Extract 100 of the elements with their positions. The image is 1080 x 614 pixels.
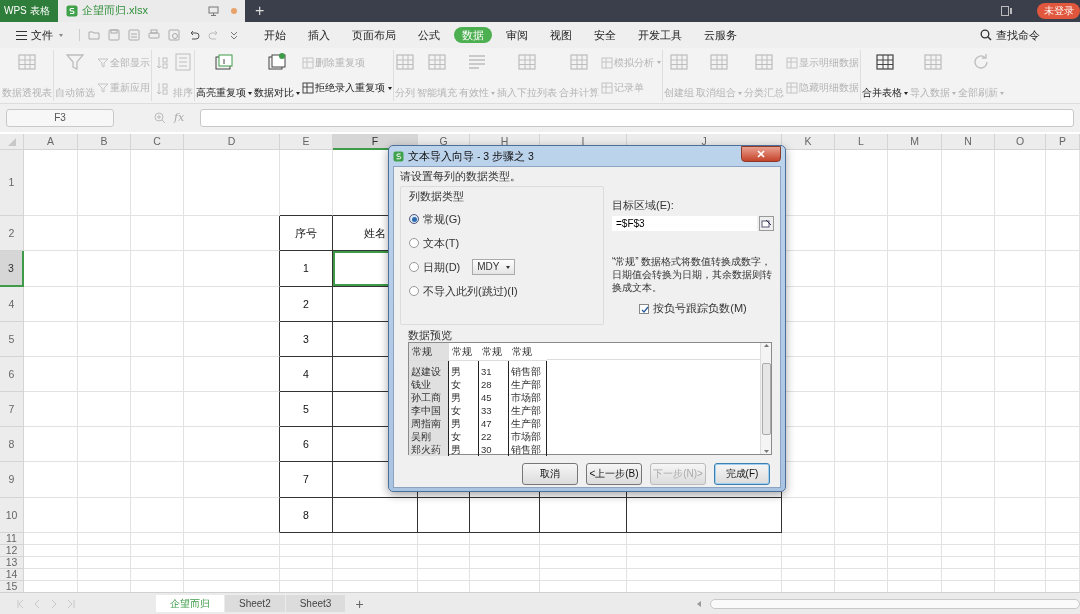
ribbon-tab[interactable]: 云服务 (696, 26, 745, 44)
radio-button[interactable] (409, 214, 419, 225)
column-header[interactable]: N (942, 134, 995, 150)
row-header[interactable]: 3 (0, 251, 24, 287)
row-header[interactable]: 6 (0, 357, 24, 392)
table-cell[interactable]: 6 (280, 427, 333, 462)
preview-header[interactable]: 常规 (409, 343, 449, 361)
checkbox-label[interactable]: 按负号跟踪负数(M) (653, 302, 747, 316)
ribbon-tab[interactable]: 开始 (256, 26, 294, 44)
dialog-button[interactable]: 取消 (522, 463, 578, 486)
collapse-button[interactable] (759, 216, 774, 232)
folder-icon[interactable] (88, 29, 100, 41)
table-cell[interactable] (184, 357, 280, 392)
column-header[interactable]: A (24, 134, 78, 150)
column-header[interactable]: D (184, 134, 280, 150)
preview-header[interactable]: 常规 (449, 343, 479, 361)
print-icon[interactable] (148, 29, 160, 41)
command-search[interactable]: 查找命令 (972, 26, 1048, 44)
scroll-up-icon[interactable] (762, 343, 770, 349)
first-sheet-icon[interactable] (16, 598, 25, 609)
column-header[interactable]: F (333, 134, 418, 150)
ribbon-tab[interactable]: 安全 (586, 26, 624, 44)
ribbon-button[interactable]: 合并表格 (861, 50, 909, 101)
column-header[interactable]: C (131, 134, 184, 150)
name-box[interactable]: F3 (6, 109, 114, 127)
formula-input[interactable] (200, 109, 1074, 127)
table-cell[interactable]: 8 (280, 498, 333, 533)
column-header[interactable]: E (280, 134, 333, 150)
radio-label[interactable]: 日期(D) (423, 260, 461, 274)
zoom-icon[interactable] (154, 112, 166, 124)
row-header[interactable]: 15 (0, 581, 24, 593)
save-icon[interactable] (108, 29, 120, 41)
table-cell[interactable] (184, 287, 280, 322)
dialog-button[interactable]: <上一步(B) (586, 463, 642, 486)
undo-icon[interactable] (188, 29, 200, 41)
document-icon[interactable] (128, 29, 140, 41)
ribbon-tab[interactable]: 开发工具 (630, 26, 690, 44)
ribbon-tab[interactable]: 视图 (542, 26, 580, 44)
preview-header[interactable]: 常规 (509, 343, 547, 361)
row-header[interactable]: 13 (0, 557, 24, 569)
table-cell[interactable] (627, 498, 782, 533)
login-badge[interactable]: 未登录 (1037, 3, 1080, 19)
table-cell[interactable] (184, 251, 280, 287)
redo-icon[interactable] (208, 29, 220, 41)
row-header[interactable]: 12 (0, 545, 24, 557)
ribbon-tab[interactable]: 页面布局 (344, 26, 404, 44)
ribbon-tab[interactable]: 公式 (410, 26, 448, 44)
table-cell[interactable] (184, 392, 280, 427)
row-header[interactable]: 8 (0, 427, 24, 462)
table-cell[interactable]: 3 (280, 322, 333, 357)
table-cell[interactable] (184, 427, 280, 462)
table-cell[interactable]: 2 (280, 287, 333, 322)
table-cell[interactable] (184, 216, 280, 251)
radio-label[interactable]: 文本(T) (423, 236, 460, 250)
table-cell[interactable] (184, 462, 280, 498)
horizontal-scrollbar[interactable] (710, 598, 1080, 609)
checkbox[interactable] (639, 303, 650, 314)
previous-sheet-icon[interactable] (33, 598, 42, 609)
row-header[interactable]: 4 (0, 287, 24, 322)
sheet-tab[interactable]: 企望而归 (156, 595, 224, 612)
table-cell[interactable] (470, 498, 540, 533)
scroll-left-icon[interactable] (696, 599, 702, 608)
file-menu[interactable]: 文件 (8, 26, 71, 44)
ribbon-button[interactable]: 拒绝录入重复项 (301, 81, 393, 96)
radio-button[interactable] (409, 238, 419, 249)
range-field[interactable]: =$F$3 (612, 216, 758, 232)
scroll-thumb[interactable] (761, 362, 771, 435)
table-cell[interactable] (540, 498, 627, 533)
dialog-button[interactable]: 完成(F) (714, 463, 770, 486)
column-header[interactable]: O (995, 134, 1046, 150)
vertical-scrollbar[interactable] (760, 343, 771, 455)
column-header[interactable]: M (888, 134, 942, 150)
table-cell[interactable] (418, 498, 470, 533)
column-header[interactable]: L (835, 134, 888, 150)
select-all-icon[interactable] (6, 136, 17, 147)
table-cell[interactable]: 7 (280, 462, 333, 498)
more-icon[interactable] (228, 29, 240, 41)
row-header[interactable]: 10 (0, 498, 24, 533)
add-sheet-button[interactable]: + (345, 596, 374, 611)
table-cell[interactable] (184, 498, 280, 533)
scroll-down-icon[interactable] (762, 449, 770, 455)
column-header[interactable]: B (78, 134, 131, 150)
preview-header[interactable]: 常规 (479, 343, 509, 361)
table-cell[interactable]: 序号 (280, 216, 333, 251)
close-button[interactable] (741, 146, 781, 162)
table-cell[interactable]: 4 (280, 357, 333, 392)
ribbon-tab[interactable]: 插入 (300, 26, 338, 44)
radio-label[interactable]: 常规(G) (423, 212, 461, 226)
date-format-dropdown[interactable]: MDY (472, 259, 515, 276)
ribbon-button[interactable]: 数据对比 (253, 50, 301, 101)
table-cell[interactable] (333, 498, 418, 533)
last-sheet-icon[interactable] (67, 598, 76, 609)
sheet-tab[interactable]: Sheet2 (225, 595, 285, 612)
ribbon-tab[interactable]: 数据 (454, 26, 492, 44)
row-header[interactable]: 14 (0, 569, 24, 581)
preview-icon[interactable] (168, 29, 180, 41)
row-header[interactable]: 7 (0, 392, 24, 427)
row-header[interactable]: 11 (0, 533, 24, 545)
row-header[interactable]: 1 (0, 150, 24, 216)
column-header[interactable]: K (782, 134, 835, 150)
